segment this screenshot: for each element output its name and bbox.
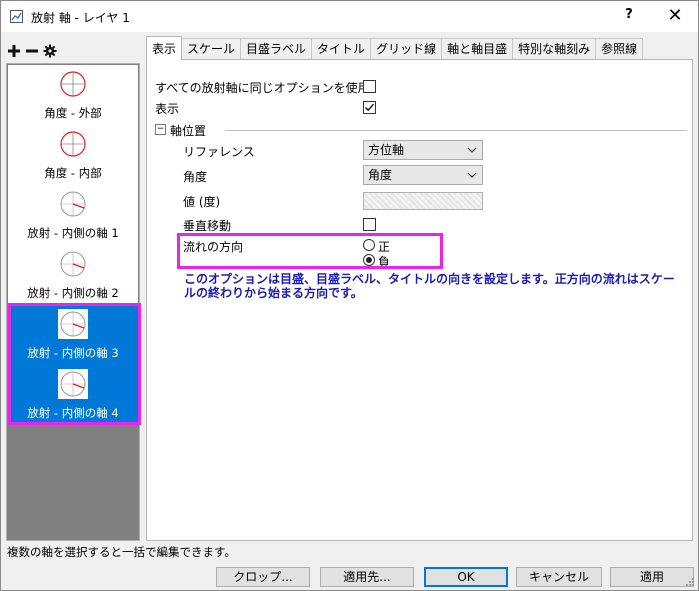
axis-toolbar — [7, 41, 57, 61]
radial-axis-icon — [58, 189, 88, 219]
axis-item-label: 角度 - 内部 — [44, 166, 102, 180]
tab-title[interactable]: タイトル — [311, 38, 372, 60]
tab-line-and-ticks[interactable]: 軸と軸目盛 — [441, 38, 514, 60]
help-button[interactable]: ? — [617, 7, 641, 27]
chevron-down-icon — [467, 147, 477, 153]
app-icon — [10, 10, 23, 23]
radial-axis-icon — [58, 249, 88, 279]
angle-label: 角度 — [183, 170, 208, 184]
axis-item-radial-2[interactable]: 放射 - 内側の軸 2 — [8, 245, 138, 305]
axis-item-angular-outer[interactable]: 角度 - 外部 — [8, 65, 138, 125]
section-axis-position-label: 軸位置 — [170, 124, 207, 138]
gear-icon[interactable] — [43, 44, 57, 58]
minus-icon[interactable] — [25, 44, 39, 58]
cancel-button[interactable]: キャンセル — [516, 567, 602, 587]
close-button[interactable]: ✕ — [661, 5, 689, 27]
reference-select[interactable]: 方位軸 — [363, 140, 483, 160]
chevron-down-icon — [467, 172, 477, 178]
axis-item-label: 放射 - 内側の軸 2 — [27, 286, 119, 300]
tab-reference-lines[interactable]: 参照線 — [595, 38, 644, 60]
window-title: 放射 軸 - レイヤ 1 — [31, 11, 130, 25]
axis-item-radial-1[interactable]: 放射 - 内側の軸 1 — [8, 185, 138, 245]
plus-icon[interactable] — [7, 44, 21, 58]
section-collapse-toggle[interactable]: − — [155, 124, 166, 135]
axis-list[interactable]: 角度 - 外部 角度 - 内部 放射 - 内側の軸 1 放射 - 内側の軸 2 … — [6, 63, 140, 541]
value-degree-input[interactable] — [363, 192, 483, 210]
flow-direction-info: このオプションは目盛、目盛ラベル、タイトルの向きを設定します。正方向の流れはスケ… — [184, 272, 675, 300]
ok-button[interactable]: OK — [424, 567, 508, 587]
angle-select-value: 角度 — [368, 168, 393, 182]
vertical-move-checkbox[interactable] — [363, 218, 376, 231]
show-label: 表示 — [155, 102, 180, 116]
checkmark-icon — [365, 103, 375, 112]
dialog-window: 放射 軸 - レイヤ 1 ? ✕ 角度 - 外部 角度 - 内部 放射 - 内側… — [0, 0, 699, 591]
angular-axis-icon — [58, 69, 88, 99]
tab-grid-lines[interactable]: グリッド線 — [370, 38, 443, 60]
axis-item-label: 角度 - 外部 — [44, 106, 102, 120]
apply-to-button[interactable]: 適用先... — [320, 567, 414, 587]
crop-button[interactable]: クロップ... — [216, 567, 310, 587]
value-degree-label: 値 (度) — [183, 195, 221, 209]
resize-grip-icon[interactable] — [685, 577, 695, 587]
section-divider — [225, 130, 687, 131]
reference-select-value: 方位軸 — [368, 143, 405, 157]
vertical-move-label: 垂直移動 — [183, 219, 232, 233]
show-checkbox[interactable] — [363, 101, 376, 114]
axis-item-label: 放射 - 内側の軸 1 — [27, 226, 119, 240]
axis-item-angular-inner[interactable]: 角度 - 内部 — [8, 125, 138, 185]
same-options-label: すべての放射軸に同じオプションを使用 — [155, 81, 370, 95]
highlight-box-flow-direction — [177, 233, 443, 269]
highlight-box-selected-axes — [8, 303, 141, 425]
tab-bar: 表示 スケール 目盛ラベル タイトル グリッド線 軸と軸目盛 特別な軸刻み 参照… — [146, 36, 644, 60]
same-options-checkbox[interactable] — [363, 80, 376, 93]
apply-button[interactable]: 適用 — [610, 567, 694, 587]
tab-scale[interactable]: スケール — [181, 38, 242, 60]
tab-special-ticks[interactable]: 特別な軸刻み — [512, 38, 597, 60]
angular-axis-icon — [58, 129, 88, 159]
reference-label: リファレンス — [183, 145, 255, 159]
tab-display[interactable]: 表示 — [146, 36, 183, 60]
tab-tick-labels[interactable]: 目盛ラベル — [240, 38, 313, 60]
status-text: 複数の軸を選択すると一括で編集できます。 — [7, 545, 236, 559]
angle-select[interactable]: 角度 — [363, 165, 483, 185]
tab-content-display: すべての放射軸に同じオプションを使用 表示 − 軸位置 リファレンス 方位軸 角… — [146, 59, 693, 541]
title-bar: 放射 軸 - レイヤ 1 ? ✕ — [1, 1, 698, 32]
